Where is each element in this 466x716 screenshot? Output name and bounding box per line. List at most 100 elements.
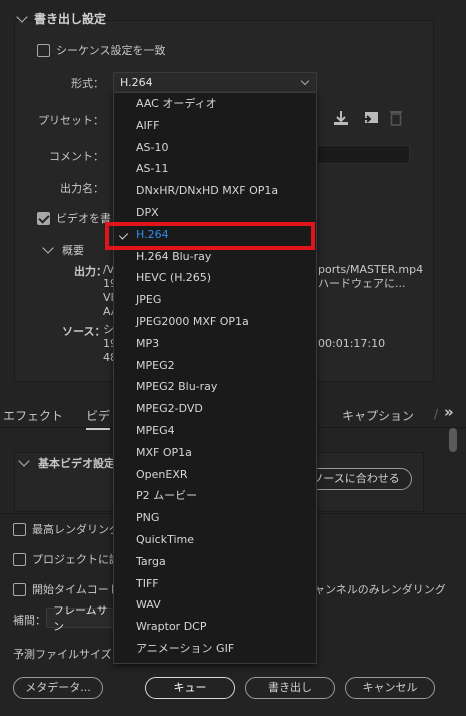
- format-option-label: H.264 Blu-ray: [136, 249, 212, 263]
- format-option-label: MPEG2-DVD: [136, 402, 203, 416]
- export-settings-header[interactable]: 書き出し設定: [16, 10, 107, 27]
- tabs-overflow-button[interactable]: »: [444, 403, 454, 421]
- tab-more-divider: /: [434, 407, 439, 421]
- format-option-label: TIFF: [136, 576, 159, 590]
- format-dropdown-list: AAC オーディオ AIFF AS-10 AS-11 DNxHR/DNxHD MXF O…: [113, 92, 317, 664]
- format-option-label: AS-10: [136, 140, 169, 154]
- format-option-label: QuickTime: [136, 533, 195, 546]
- export-button[interactable]: 書き出し: [245, 677, 335, 699]
- cancel-button[interactable]: キャンセル: [345, 677, 435, 699]
- summary-title: 概要: [62, 244, 84, 257]
- format-option-label: AIFF: [136, 118, 160, 132]
- tab-captions[interactable]: キャプション: [342, 407, 414, 424]
- format-option[interactable]: TIFF: [114, 573, 316, 595]
- format-option-label: P2 ムービー: [136, 489, 198, 503]
- format-option-label: WAV: [136, 598, 161, 612]
- format-label: 形式：: [71, 77, 104, 90]
- format-option-label: HEVC (H.265): [136, 271, 212, 285]
- format-option-label: MPEG2: [136, 358, 175, 372]
- file-size-label: 予測ファイルサイズ: [13, 648, 112, 661]
- format-option[interactable]: Wraptor DCP: [114, 616, 316, 638]
- source-label: ソース：: [62, 325, 106, 338]
- format-option[interactable]: WAV: [114, 594, 316, 616]
- metadata-button[interactable]: メタデータ...: [13, 677, 103, 699]
- format-option[interactable]: AAC オーディオ: [114, 93, 316, 115]
- format-option-label: OpenEXR: [136, 467, 188, 481]
- format-option[interactable]: HEVC (H.265): [114, 267, 316, 289]
- download-icon[interactable]: [333, 110, 349, 126]
- format-option[interactable]: MPEG2-DVD: [114, 398, 316, 420]
- source-duration: 00:01:17:10: [318, 337, 386, 350]
- start-timecode-label: 開始タイムコード: [32, 583, 120, 596]
- format-option[interactable]: MPEG4: [114, 420, 316, 442]
- format-option[interactable]: MPEG2 Blu-ray: [114, 376, 316, 398]
- interp-label: 補間：: [13, 614, 46, 627]
- format-option[interactable]: DPX: [114, 202, 316, 224]
- interp-value: フレームサン: [53, 604, 108, 633]
- output-hardware: ハードウェアに...: [318, 277, 406, 290]
- match-sequence-label: シーケンス設定を一致: [56, 44, 166, 57]
- format-option[interactable]: DNxHR/DNxHD MXF OP1a: [114, 180, 316, 202]
- format-option-label: MPEG2 Blu-ray: [136, 380, 218, 394]
- format-select[interactable]: H.264: [113, 72, 317, 92]
- format-option-label: MPEG4: [136, 424, 175, 437]
- basic-video-header[interactable]: 基本ビデオ設定: [18, 455, 115, 471]
- format-option[interactable]: P2 ムービー: [114, 485, 316, 507]
- project-label: プロジェクトに読: [32, 553, 120, 566]
- alpha-only-label[interactable]: ャンネルのみレンダリング: [314, 581, 446, 597]
- queue-button[interactable]: キュー: [145, 677, 235, 699]
- export-video-row[interactable]: ビデオを書: [37, 210, 111, 226]
- trash-icon[interactable]: [389, 109, 403, 126]
- format-option[interactable]: OpenEXR: [114, 464, 316, 486]
- max-render-checkbox[interactable]: [13, 522, 26, 536]
- format-option[interactable]: アニメーション GIF: [114, 638, 316, 660]
- format-option[interactable]: AIFF: [114, 115, 316, 137]
- format-option-label: JPEG: [136, 293, 162, 307]
- highlight-box: [105, 222, 315, 250]
- format-option[interactable]: JPEG2000 MXF OP1a: [114, 311, 316, 333]
- format-option[interactable]: PNG: [114, 507, 316, 529]
- basic-video-title: 基本ビデオ設定: [38, 457, 115, 470]
- output-name-label: 出力名：: [60, 182, 104, 195]
- format-option-label: アニメーション GIF: [136, 642, 235, 655]
- format-option-label: MXF OP1a: [136, 445, 192, 459]
- chevron-down-icon: [42, 242, 54, 254]
- export-video-label: ビデオを書: [56, 212, 111, 225]
- export-video-checkbox[interactable]: [37, 211, 50, 225]
- match-sequence-row[interactable]: シーケンス設定を一致: [37, 42, 165, 58]
- format-option[interactable]: QuickTime: [114, 529, 316, 551]
- tab-effects[interactable]: エフェクト: [3, 407, 63, 424]
- output-path: ports/MASTER.mp4: [318, 263, 424, 276]
- format-option[interactable]: MXF OP1a: [114, 442, 316, 464]
- format-option-label: DPX: [136, 206, 159, 219]
- interp-select[interactable]: フレームサン: [46, 604, 116, 633]
- project-checkbox[interactable]: [13, 552, 26, 566]
- max-render-row[interactable]: 最高レンダリング: [13, 521, 120, 537]
- scrollbar-thumb[interactable]: [449, 428, 457, 452]
- format-option-label: AS-11: [136, 162, 169, 176]
- start-timecode-row[interactable]: 開始タイムコード: [13, 581, 120, 597]
- section-title: 書き出し設定: [34, 12, 107, 26]
- comment-field[interactable]: [317, 145, 410, 164]
- format-option-label: JPEG2000 MXF OP1a: [136, 315, 249, 328]
- output-details-right: ports/MASTER.mp4 ハードウェアに...: [318, 263, 423, 291]
- chevron-down-icon: [16, 10, 28, 23]
- format-option[interactable]: MPEG2: [114, 355, 316, 377]
- format-option-label: PNG: [136, 511, 160, 525]
- format-option[interactable]: AS-10: [114, 137, 316, 159]
- format-option[interactable]: AS-11: [114, 158, 316, 180]
- match-sequence-checkbox[interactable]: [37, 43, 50, 57]
- format-option[interactable]: JPEG: [114, 289, 316, 311]
- tab-video[interactable]: ビデ: [86, 407, 111, 430]
- summary-header[interactable]: 概要: [42, 242, 84, 258]
- chevron-down-icon: [18, 455, 30, 467]
- format-option[interactable]: MP3: [114, 333, 316, 355]
- format-option[interactable]: Targa: [114, 551, 316, 573]
- preset-label: プリセット：: [38, 114, 104, 127]
- format-option-label: Targa: [136, 554, 166, 568]
- project-row[interactable]: プロジェクトに読: [13, 551, 120, 567]
- format-option-label: DNxHR/DNxHD MXF OP1a: [136, 184, 279, 198]
- import-icon[interactable]: [361, 110, 379, 126]
- format-option-label: AAC オーディオ: [136, 97, 217, 110]
- start-timecode-checkbox[interactable]: [13, 582, 26, 596]
